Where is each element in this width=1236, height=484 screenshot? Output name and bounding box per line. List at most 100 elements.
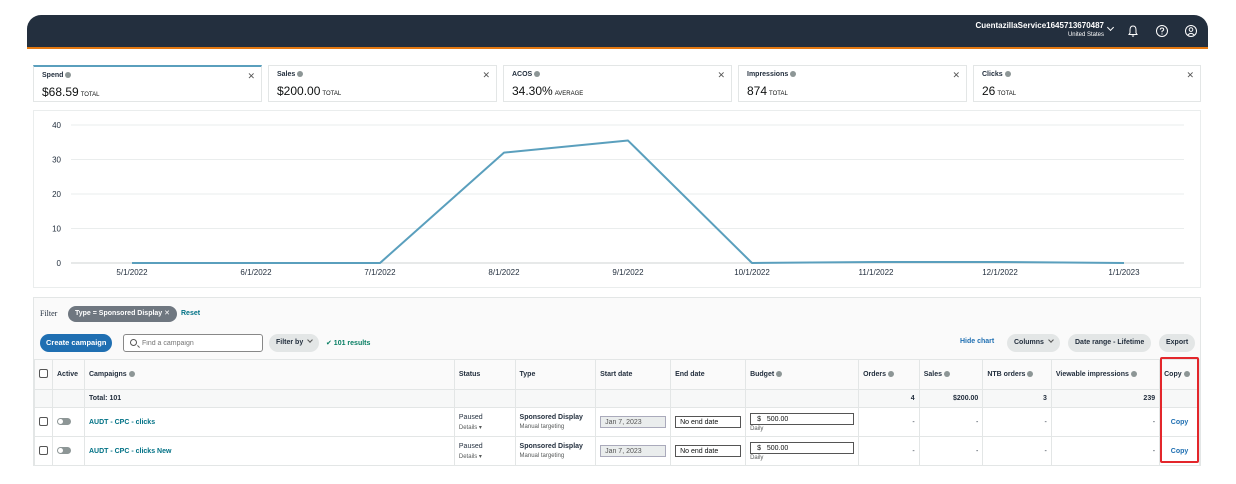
col-campaigns[interactable]: Campaigns (83, 359, 455, 390)
col-type[interactable]: Type (514, 359, 597, 390)
col-sales[interactable]: Sales (918, 359, 984, 390)
col-orders[interactable]: Orders (858, 359, 920, 390)
spend-series-line (132, 139, 1125, 264)
row-checkbox[interactable] (39, 416, 48, 426)
viewable-impressions-cell: - (1050, 407, 1161, 437)
table-header-row: Active Campaigns Status Type Start date … (34, 359, 1200, 390)
close-icon[interactable]: ✕ (952, 70, 960, 81)
row-checkbox[interactable] (39, 445, 48, 455)
copy-campaign-link[interactable]: Copy (1159, 436, 1200, 466)
y-tick-label: 20 (52, 190, 61, 199)
metric-label: Spend (42, 72, 64, 79)
budget-input[interactable]: $ 500.00 (750, 441, 855, 454)
ntb-orders-cell: - (982, 407, 1052, 437)
x-tick-label: 6/1/2022 (240, 268, 272, 277)
active-toggle[interactable] (57, 446, 71, 454)
y-tick-label: 10 (52, 225, 61, 234)
col-ntb-orders[interactable]: NTB orders (982, 359, 1052, 390)
info-icon (944, 371, 950, 378)
col-end-date[interactable]: End date (670, 359, 747, 390)
x-tick-label: 5/1/2022 (116, 268, 148, 277)
campaign-type: Sponsored Display (519, 414, 583, 421)
close-icon[interactable]: ✕ (717, 70, 725, 81)
chevron-down-icon[interactable] (1106, 23, 1115, 32)
export-button[interactable]: Export (1159, 334, 1196, 352)
budget-input[interactable]: $ 500.00 (750, 412, 855, 425)
x-tick-label: 10/1/2022 (734, 268, 770, 277)
metric-card-impressions[interactable]: Impressions 874 TOTAL ✕ (738, 65, 967, 102)
hide-chart-link[interactable]: Hide chart (960, 338, 994, 345)
metric-unit: TOTAL (997, 91, 1017, 97)
ntb-orders-cell: - (982, 436, 1052, 466)
campaigns-table: Active Campaigns Status Type Start date … (34, 359, 1200, 466)
campaign-name-link[interactable]: AUDT - CPC - clicks New (89, 448, 171, 455)
budget-type: Daily (750, 454, 764, 461)
x-tick-label: 8/1/2022 (488, 268, 520, 277)
account-name: CuentazillaService1645713670487 (975, 21, 1104, 30)
start-date-field: Jan 7, 2023 (600, 416, 667, 428)
col-budget[interactable]: Budget (745, 359, 860, 390)
chevron-down-icon (307, 337, 314, 343)
top-navigation-bar: CuentazillaService1645713670487 United S… (27, 15, 1208, 49)
table-row: AUDT - CPC - clicks Paused Details ▾ Spon… (34, 407, 1200, 437)
copy-campaign-link[interactable]: Copy (1159, 407, 1200, 437)
info-icon (776, 371, 783, 378)
info-icon (128, 371, 135, 378)
y-tick-label: 40 (52, 121, 61, 130)
end-date-field[interactable]: No end date (675, 416, 742, 428)
details-dropdown[interactable]: Details ▾ (459, 453, 511, 460)
metric-unit: TOTAL (769, 91, 788, 97)
details-dropdown[interactable]: Details ▾ (459, 424, 511, 431)
filter-by-button[interactable]: Filter by (269, 334, 320, 352)
active-toggle[interactable] (57, 417, 71, 425)
orders-cell: - (858, 407, 920, 437)
table-row: AUDT - CPC - clicks New Paused Details ▾ … (34, 436, 1200, 466)
select-all-checkbox[interactable] (39, 369, 48, 378)
currency-symbol: $ (757, 415, 761, 423)
search-input[interactable] (142, 337, 260, 349)
close-icon[interactable]: ✕ (482, 70, 490, 81)
end-date-field[interactable]: No end date (675, 445, 742, 457)
filter-by-label: Filter by (276, 339, 304, 346)
campaign-name-link[interactable]: AUDT - CPC - clicks (89, 419, 155, 426)
start-date-field: Jan 7, 2023 (600, 445, 667, 457)
metric-label: Clicks (982, 71, 1003, 78)
info-icon (1027, 371, 1034, 378)
info-icon (297, 71, 304, 78)
metric-card-spend[interactable]: Spend $68.59 TOTAL ✕ (33, 65, 262, 102)
metric-value: 26 (982, 84, 996, 98)
close-icon[interactable]: ✕ (247, 71, 255, 82)
status-text: Paused (458, 442, 483, 450)
account-switcher[interactable]: CuentazillaService1645713670487 United S… (975, 21, 1104, 38)
create-campaign-button[interactable]: Create campaign (40, 334, 113, 352)
orders-cell: - (858, 436, 920, 466)
col-start-date[interactable]: Start date (595, 359, 672, 390)
date-range-button[interactable]: Date range - Lifetime (1068, 334, 1152, 352)
y-tick-label: 30 (52, 156, 61, 165)
info-icon (888, 371, 895, 378)
reset-filters-link[interactable]: Reset (181, 310, 200, 317)
col-copy[interactable]: Copy (1159, 359, 1200, 390)
campaign-search[interactable] (123, 334, 263, 352)
info-icon (1004, 71, 1011, 78)
user-icon[interactable] (1184, 24, 1198, 38)
spend-chart: 0 10 20 30 40 5/1/2022 6/1/2022 7/1/2022 8/1/202… (33, 110, 1201, 288)
col-viewable-impressions[interactable]: Viewable impressions (1050, 359, 1161, 390)
account-country: United States (1067, 32, 1104, 38)
col-status[interactable]: Status (453, 359, 516, 390)
budget-type: Daily (750, 425, 764, 432)
info-icon (65, 72, 72, 79)
help-icon[interactable] (1155, 24, 1169, 38)
metric-unit: TOTAL (322, 91, 342, 97)
metric-value: 34.30% (512, 84, 553, 98)
metric-label: Sales (277, 71, 296, 78)
metric-card-acos[interactable]: ACOS 34.30% AVERAGE ✕ (503, 65, 732, 102)
col-active[interactable]: Active (52, 359, 85, 390)
metric-card-clicks[interactable]: Clicks 26 TOTAL ✕ (973, 65, 1201, 102)
columns-button[interactable]: Columns (1007, 334, 1060, 352)
metric-unit: TOTAL (80, 92, 100, 98)
metric-card-sales[interactable]: Sales $200.00 TOTAL ✕ (268, 65, 497, 102)
close-icon[interactable]: ✕ (1186, 70, 1194, 81)
filter-chip-type[interactable]: Type = Sponsored Display ✕ (68, 306, 178, 322)
bell-icon[interactable] (1126, 24, 1140, 38)
